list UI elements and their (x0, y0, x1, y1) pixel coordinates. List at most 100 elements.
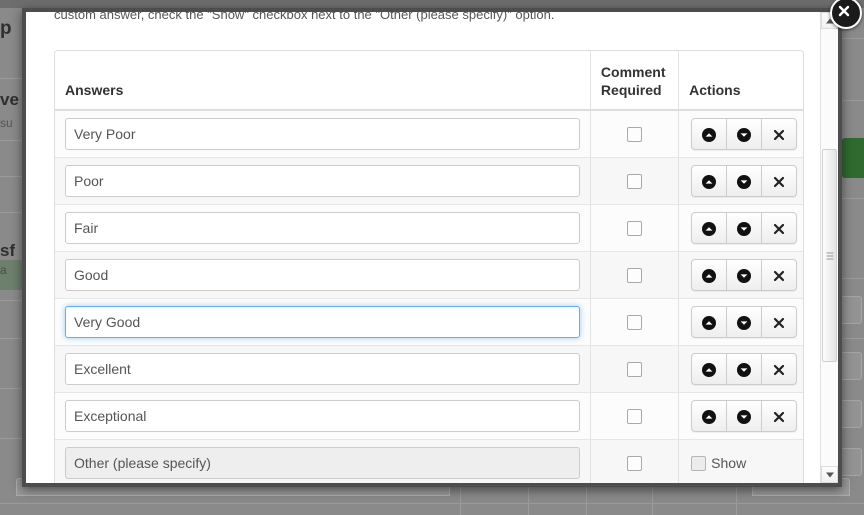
background-topbar (0, 0, 864, 8)
comment-required-cell (589, 157, 679, 205)
background-divider (460, 487, 461, 515)
table-row (55, 204, 803, 252)
remove-answer-button[interactable] (761, 306, 798, 338)
comment-required-checkbox[interactable] (627, 456, 643, 472)
move-answer-down-button[interactable] (726, 353, 763, 385)
answer-text-input[interactable] (65, 306, 580, 338)
answer-text-input[interactable] (65, 259, 580, 291)
column-header-answers: Answers (55, 51, 591, 111)
answer-text-input[interactable] (65, 165, 580, 197)
actions-cell (678, 298, 803, 346)
comment-required-cell (589, 298, 679, 346)
comment-required-checkbox[interactable] (627, 221, 643, 237)
answer-cell (55, 109, 591, 158)
comment-required-cell (589, 109, 679, 158)
comment-required-checkbox[interactable] (627, 127, 643, 143)
remove-x-icon (774, 129, 785, 140)
row-action-button-group (691, 400, 798, 432)
row-action-button-group (691, 165, 798, 197)
move-answer-up-button[interactable] (691, 118, 728, 150)
row-action-button-group (691, 259, 798, 291)
background-text-fragment-3: su (0, 116, 13, 130)
background-text-fragment-4: sf (0, 241, 16, 260)
comment-required-checkbox[interactable] (627, 268, 643, 284)
background-text-fragment-2: ve (0, 90, 19, 109)
table-row (55, 157, 803, 205)
comment-required-checkbox[interactable] (627, 174, 643, 190)
move-answer-down-button[interactable] (726, 118, 763, 150)
background-divider (0, 78, 22, 79)
actions-cell (678, 157, 803, 205)
circle-up-arrow-icon (702, 409, 717, 424)
remove-answer-button[interactable] (761, 400, 798, 432)
answers-modal-dialog: custom answer, check the "Show" checkbox… (22, 8, 842, 487)
table-row (55, 345, 803, 393)
table-header-row: Answers Comment Required Actions (55, 51, 803, 111)
move-answer-up-button[interactable] (691, 400, 728, 432)
answers-table-head: Answers Comment Required Actions (55, 51, 803, 111)
comment-required-checkbox[interactable] (627, 315, 643, 331)
answer-cell (55, 251, 591, 299)
background-text-fragment-5: a (0, 263, 7, 277)
circle-down-arrow-icon (737, 409, 752, 424)
background-divider (0, 338, 22, 339)
circle-up-arrow-icon (702, 315, 717, 330)
answer-text-input[interactable] (65, 118, 580, 150)
background-divider (0, 212, 22, 213)
close-icon (838, 5, 850, 17)
modal-vertical-scrollbar[interactable] (820, 12, 838, 483)
comment-required-checkbox[interactable] (627, 409, 643, 425)
move-answer-up-button[interactable] (691, 212, 728, 244)
remove-answer-button[interactable] (761, 212, 798, 244)
answer-cell (55, 345, 591, 393)
remove-answer-button[interactable] (761, 353, 798, 385)
remove-answer-button[interactable] (761, 259, 798, 291)
answer-text-input (65, 447, 580, 479)
circle-up-arrow-icon (702, 362, 717, 377)
comment-required-cell (589, 345, 679, 393)
comment-required-cell (589, 439, 679, 483)
move-answer-down-button[interactable] (726, 259, 763, 291)
row-action-button-group (691, 118, 798, 150)
circle-up-arrow-icon (702, 127, 717, 142)
actions-cell (678, 251, 803, 299)
move-answer-down-button[interactable] (726, 165, 763, 197)
answer-cell (55, 392, 591, 440)
move-answer-up-button[interactable] (691, 353, 728, 385)
show-checkbox[interactable] (691, 456, 707, 472)
comment-required-cell (589, 392, 679, 440)
remove-x-icon (774, 270, 785, 281)
remove-x-icon (774, 364, 785, 375)
move-answer-up-button[interactable] (691, 259, 728, 291)
answer-text-input[interactable] (65, 353, 580, 385)
answer-text-input[interactable] (65, 212, 580, 244)
circle-down-arrow-icon (737, 315, 752, 330)
modal-instruction-text: custom answer, check the "Show" checkbox… (54, 12, 555, 22)
remove-x-icon (774, 176, 785, 187)
answers-table-body: Show (55, 109, 803, 483)
move-answer-down-button[interactable] (726, 212, 763, 244)
scrollbar-grip-icon (826, 250, 833, 261)
background-divider (0, 140, 22, 141)
remove-answer-button[interactable] (761, 118, 798, 150)
column-header-comment-line1: Comment (600, 64, 666, 80)
scrollbar-thumb[interactable] (822, 149, 837, 362)
background-divider (0, 438, 22, 439)
remove-x-icon (774, 411, 785, 422)
show-other-option-toggle[interactable]: Show (691, 455, 746, 472)
scroll-down-arrow-icon[interactable] (821, 466, 838, 483)
move-answer-up-button[interactable] (691, 306, 728, 338)
answers-table: Answers Comment Required Actions Show (55, 51, 803, 483)
move-answer-up-button[interactable] (691, 165, 728, 197)
circle-up-arrow-icon (702, 174, 717, 189)
table-row (55, 109, 803, 158)
move-answer-down-button[interactable] (726, 306, 763, 338)
modal-scroll-content: custom answer, check the "Show" checkbox… (26, 12, 820, 483)
column-header-comment-line2: Required (600, 82, 662, 98)
comment-required-checkbox[interactable] (627, 362, 643, 378)
move-answer-down-button[interactable] (726, 400, 763, 432)
remove-x-icon (774, 317, 785, 328)
comment-required-cell (589, 204, 679, 252)
remove-answer-button[interactable] (761, 165, 798, 197)
answer-text-input[interactable] (65, 400, 580, 432)
